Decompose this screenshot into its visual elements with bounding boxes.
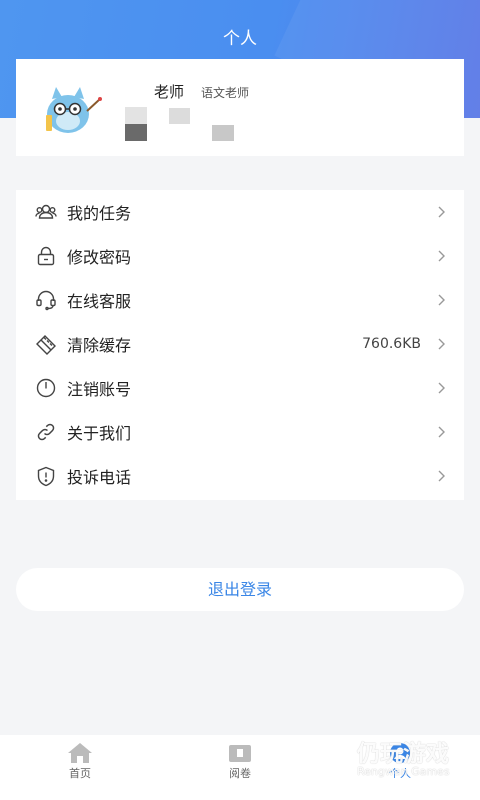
profile-card[interactable]: 老师 语文老师 — [16, 59, 464, 156]
menu-item-deactivate-account[interactable]: 注销账号 — [16, 366, 464, 410]
tab-label: 阅卷 — [229, 767, 251, 780]
clear-icon — [35, 333, 57, 355]
watermark: 仍玩游戏 Rengwan Games — [300, 734, 470, 784]
menu-label: 我的任务 — [67, 204, 132, 223]
link-icon — [35, 421, 57, 443]
menu-item-clear-cache[interactable]: 清除缓存 760.6KB — [16, 322, 464, 366]
chevron-right-icon — [438, 470, 445, 482]
menu-item-about-us[interactable]: 关于我们 — [16, 410, 464, 454]
tab-home[interactable]: 首页 — [0, 735, 160, 800]
menu-label: 注销账号 — [67, 380, 132, 399]
menu-label: 关于我们 — [67, 424, 132, 443]
watermark-subtitle: Rengwan Games — [357, 765, 450, 778]
cache-size: 760.6KB — [362, 336, 421, 352]
power-icon — [35, 377, 57, 399]
tab-grading[interactable]: 阅卷 — [160, 735, 320, 800]
watermark-title: 仍玩游戏 — [357, 741, 449, 767]
menu-label: 清除缓存 — [67, 336, 132, 355]
chevron-right-icon — [438, 382, 445, 394]
teacher-avatar — [42, 81, 104, 139]
redacted-block — [169, 108, 190, 124]
settings-menu: 我的任务 修改密码 在线客服 清除缓存 760.6KB 注销账号 关于我们 投诉… — [16, 190, 464, 500]
menu-label: 在线客服 — [67, 292, 132, 311]
tab-label: 首页 — [69, 767, 91, 780]
folder-icon — [226, 741, 254, 765]
logout-button[interactable]: 退出登录 — [16, 568, 464, 611]
menu-item-change-password[interactable]: 修改密码 — [16, 234, 464, 278]
redacted-block — [125, 107, 147, 124]
menu-label: 投诉电话 — [67, 468, 132, 487]
chevron-right-icon — [438, 338, 445, 350]
chevron-right-icon — [438, 294, 445, 306]
headset-icon — [35, 289, 57, 311]
teacher-name: 老师 — [154, 83, 185, 101]
redacted-block — [212, 125, 234, 141]
chevron-right-icon — [438, 206, 445, 218]
users-icon — [35, 201, 57, 223]
menu-item-complaint-phone[interactable]: 投诉电话 — [16, 454, 464, 498]
page-title: 个人 — [223, 29, 257, 49]
home-icon — [66, 741, 94, 765]
watermark-logo-icon — [304, 738, 345, 782]
chevron-right-icon — [438, 250, 445, 262]
menu-item-online-service[interactable]: 在线客服 — [16, 278, 464, 322]
chevron-right-icon — [438, 426, 445, 438]
menu-item-my-tasks[interactable]: 我的任务 — [16, 190, 464, 234]
lock-icon — [35, 245, 57, 267]
menu-label: 修改密码 — [67, 248, 132, 267]
alert-shield-icon — [35, 465, 57, 487]
teacher-role: 语文老师 — [201, 86, 250, 100]
redacted-block — [125, 124, 147, 141]
